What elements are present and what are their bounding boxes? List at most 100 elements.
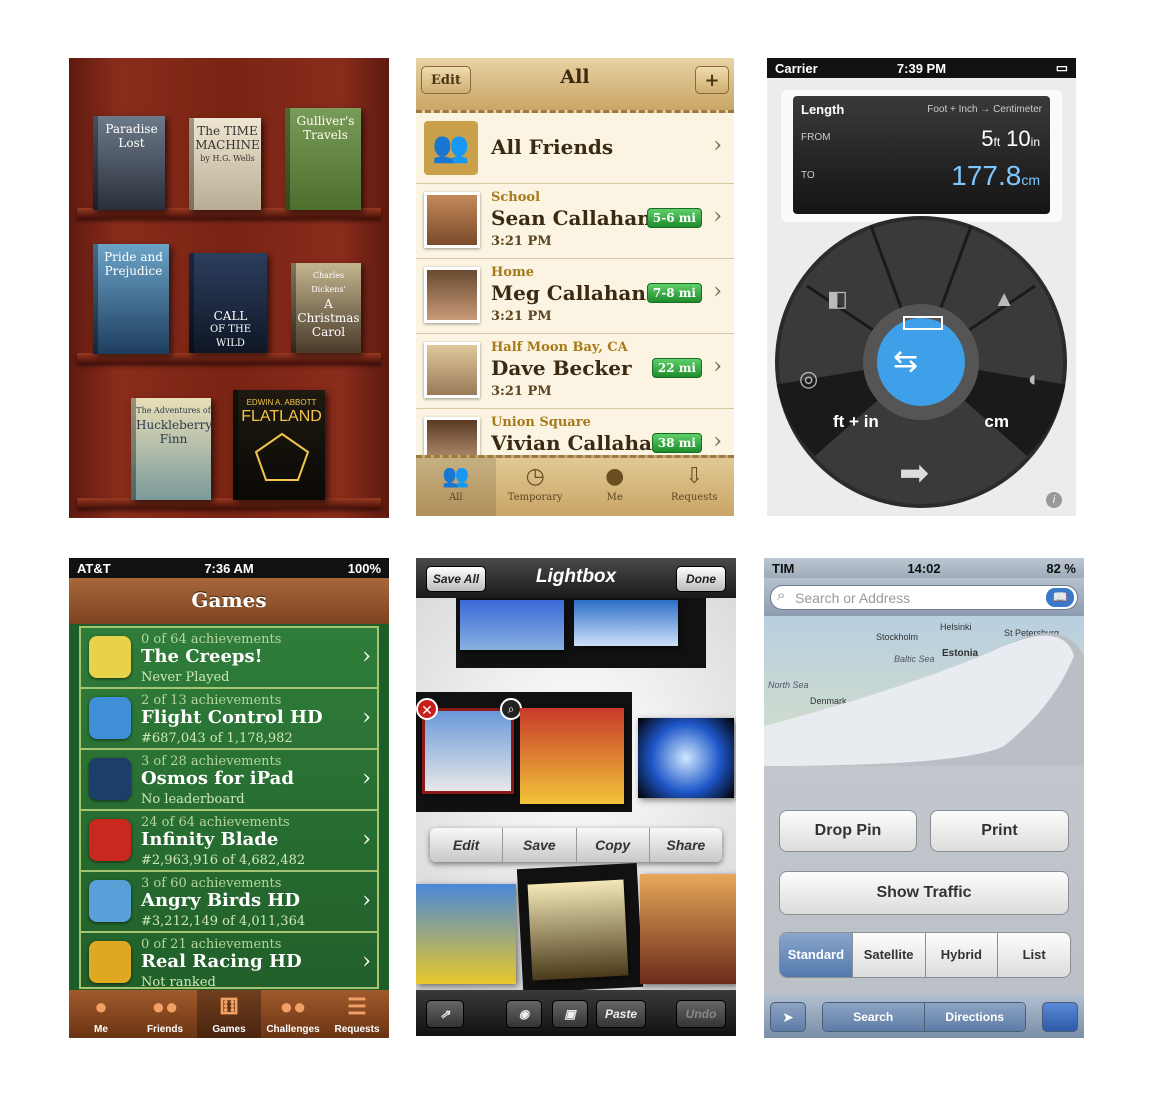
book-subtitle: The Adventures of xyxy=(136,406,211,415)
tab-all[interactable]: 👥 All xyxy=(416,458,496,516)
photo-thumbnail[interactable] xyxy=(638,718,734,798)
undo-button[interactable]: Undo xyxy=(676,1000,726,1028)
photo-library-icon[interactable]: ▣ xyxy=(552,1000,588,1028)
done-button[interactable]: Done xyxy=(676,566,726,592)
list-item[interactable]: School Sean Callahan 3:21 PM 5-6 mi › xyxy=(416,184,734,259)
book-title: OF THE WILD xyxy=(209,324,251,349)
book-title: Huckleberry Finn xyxy=(136,418,213,446)
avatar xyxy=(424,342,480,398)
status-bar: AT&T 7:36 AM 100% xyxy=(69,558,389,578)
to-unit-button[interactable]: cm xyxy=(984,412,1009,432)
photo-thumbnail[interactable] xyxy=(574,600,678,646)
friend-name: Sean Callahan xyxy=(491,206,652,230)
ruler-icon[interactable] xyxy=(903,316,943,330)
add-button[interactable]: + xyxy=(695,66,729,94)
book-gullivers-travels[interactable]: Gulliver's Travels xyxy=(285,108,361,210)
chevron-right-icon: › xyxy=(362,827,371,852)
search-tab[interactable]: Search xyxy=(823,1003,925,1031)
camera-icon[interactable]: ◉ xyxy=(506,1000,542,1028)
share-menu-item[interactable]: Share xyxy=(650,828,722,862)
list-item[interactable]: 0 of 21 achievements Real Racing HD Not ra… xyxy=(81,933,377,990)
book-christmas-carol[interactable]: Charles Dickens' A Christmas Carol xyxy=(291,263,361,353)
book-time-machine[interactable]: The TIME MACHINE by H.G. Wells xyxy=(189,118,261,210)
photo-thumbnail[interactable] xyxy=(416,884,516,984)
directions-tab[interactable]: Directions xyxy=(924,1003,1025,1031)
all-friends-row[interactable]: 👥 All Friends › xyxy=(416,113,734,184)
list-item[interactable]: Half Moon Bay, CA Dave Becker 3:21 PM 22… xyxy=(416,334,734,409)
edit-menu-item[interactable]: Edit xyxy=(430,828,504,862)
from-label: FROM xyxy=(801,132,831,143)
hybrid-option[interactable]: Hybrid xyxy=(926,933,999,977)
copy-menu-item[interactable]: Copy xyxy=(577,828,650,862)
share-icon[interactable]: ⇗ xyxy=(426,1000,464,1028)
tab-label: Games xyxy=(212,1024,246,1035)
location-arrow-icon[interactable]: ➤ xyxy=(770,1002,806,1032)
to-label: TO xyxy=(801,170,815,181)
drop-pin-button[interactable]: Drop Pin xyxy=(779,810,917,852)
list-item[interactable]: 24 of 64 achievements Infinity Blade #2,96… xyxy=(81,811,377,872)
tab-friends[interactable]: ●● Friends xyxy=(133,990,197,1038)
print-button[interactable]: Print xyxy=(930,810,1069,852)
book-title: The TIME xyxy=(197,124,258,138)
person-icon: ● xyxy=(94,994,108,1019)
list-option[interactable]: List xyxy=(998,933,1070,977)
from-unit-button[interactable]: ft + in xyxy=(833,412,879,432)
book-pride-and-prejudice[interactable]: Pride and Prejudice xyxy=(93,244,169,354)
photo-thumbnail[interactable] xyxy=(520,708,624,804)
achievements: 3 of 28 achievements xyxy=(141,754,282,769)
photo-thumbnail[interactable] xyxy=(640,874,736,984)
chevron-right-icon: › xyxy=(713,204,722,229)
info-icon[interactable]: i xyxy=(1046,492,1062,508)
tab-challenges[interactable]: ●● Challenges xyxy=(261,990,325,1038)
photo-thumbnail[interactable] xyxy=(527,879,629,981)
chevron-right-icon: › xyxy=(362,766,371,791)
angle-icon[interactable]: ◐ xyxy=(1028,366,1041,392)
game-name: Flight Control HD xyxy=(141,707,323,728)
time-icon[interactable]: ◎ xyxy=(799,366,818,392)
tab-requests[interactable]: ☰ Requests xyxy=(325,990,389,1038)
from-value: 5ft 10in xyxy=(981,126,1040,152)
list-item[interactable]: 3 of 60 achievements Angry Birds HD #3,212… xyxy=(81,872,377,933)
carrier-label: TIM xyxy=(772,560,795,576)
save-menu-item[interactable]: Save xyxy=(503,828,577,862)
book-author: by H.G. Wells xyxy=(200,154,255,163)
book-paradise-lost[interactable]: Paradise Lost xyxy=(93,116,165,210)
game-name: Angry Birds HD xyxy=(141,890,300,911)
nav-bar: Save All Lightbox Done xyxy=(416,558,736,598)
map-type-selector: Standard Satellite Hybrid List xyxy=(779,932,1071,978)
friend-location: Home xyxy=(491,265,534,280)
zoom-icon[interactable]: ⌕ xyxy=(500,698,522,720)
photo-thumbnail[interactable] xyxy=(460,600,564,650)
chevron-right-icon: › xyxy=(713,354,722,379)
show-traffic-button[interactable]: Show Traffic xyxy=(779,871,1069,915)
volume-icon[interactable]: ◧ xyxy=(827,286,848,312)
tab-me[interactable]: ● Me xyxy=(575,458,655,516)
people-icon: ●● xyxy=(151,994,179,1019)
tab-me[interactable]: ● Me xyxy=(69,990,133,1038)
chevron-right-icon: › xyxy=(362,705,371,730)
game-rank: No leaderboard xyxy=(141,792,245,807)
list-item[interactable]: 3 of 28 achievements Osmos for iPad No lea… xyxy=(81,750,377,811)
paste-button[interactable]: Paste xyxy=(596,1000,646,1028)
book-huckleberry-finn[interactable]: The Adventures of Huckleberry Finn xyxy=(131,398,213,500)
tab-temporary[interactable]: ◷ Temporary xyxy=(496,458,576,516)
tab-requests[interactable]: ⇩ Requests xyxy=(655,458,735,516)
friend-name: Meg Callahan xyxy=(491,281,646,305)
context-menu: Edit Save Copy Share xyxy=(430,828,722,862)
page-curl-icon[interactable] xyxy=(1042,1002,1078,1032)
tab-games[interactable]: ⚅ Games xyxy=(197,990,261,1038)
list-item[interactable]: Home Meg Callahan 3:21 PM 7-8 mi › xyxy=(416,259,734,334)
standard-option[interactable]: Standard xyxy=(780,933,853,977)
swap-icon[interactable]: ⇆ xyxy=(893,344,918,379)
book-flatland[interactable]: EDWIN A. ABBOTT FLATLAND xyxy=(233,390,325,500)
bookmarks-icon[interactable]: 📖 xyxy=(1046,588,1074,607)
list-item[interactable]: 2 of 13 achievements Flight Control HD #68… xyxy=(81,689,377,750)
list-item[interactable]: 0 of 64 achievements The Creeps! Never Pla… xyxy=(81,628,377,689)
close-icon[interactable]: ✕ xyxy=(416,698,438,720)
weight-icon[interactable]: ▲ xyxy=(993,286,1015,312)
search-input[interactable]: Search or Address xyxy=(770,585,1078,610)
satellite-option[interactable]: Satellite xyxy=(853,933,926,977)
book-call-of-the-wild[interactable]: CALL OF THE WILD xyxy=(189,253,267,353)
selected-photo[interactable] xyxy=(422,708,514,794)
people-icon: 👥 xyxy=(442,464,470,489)
